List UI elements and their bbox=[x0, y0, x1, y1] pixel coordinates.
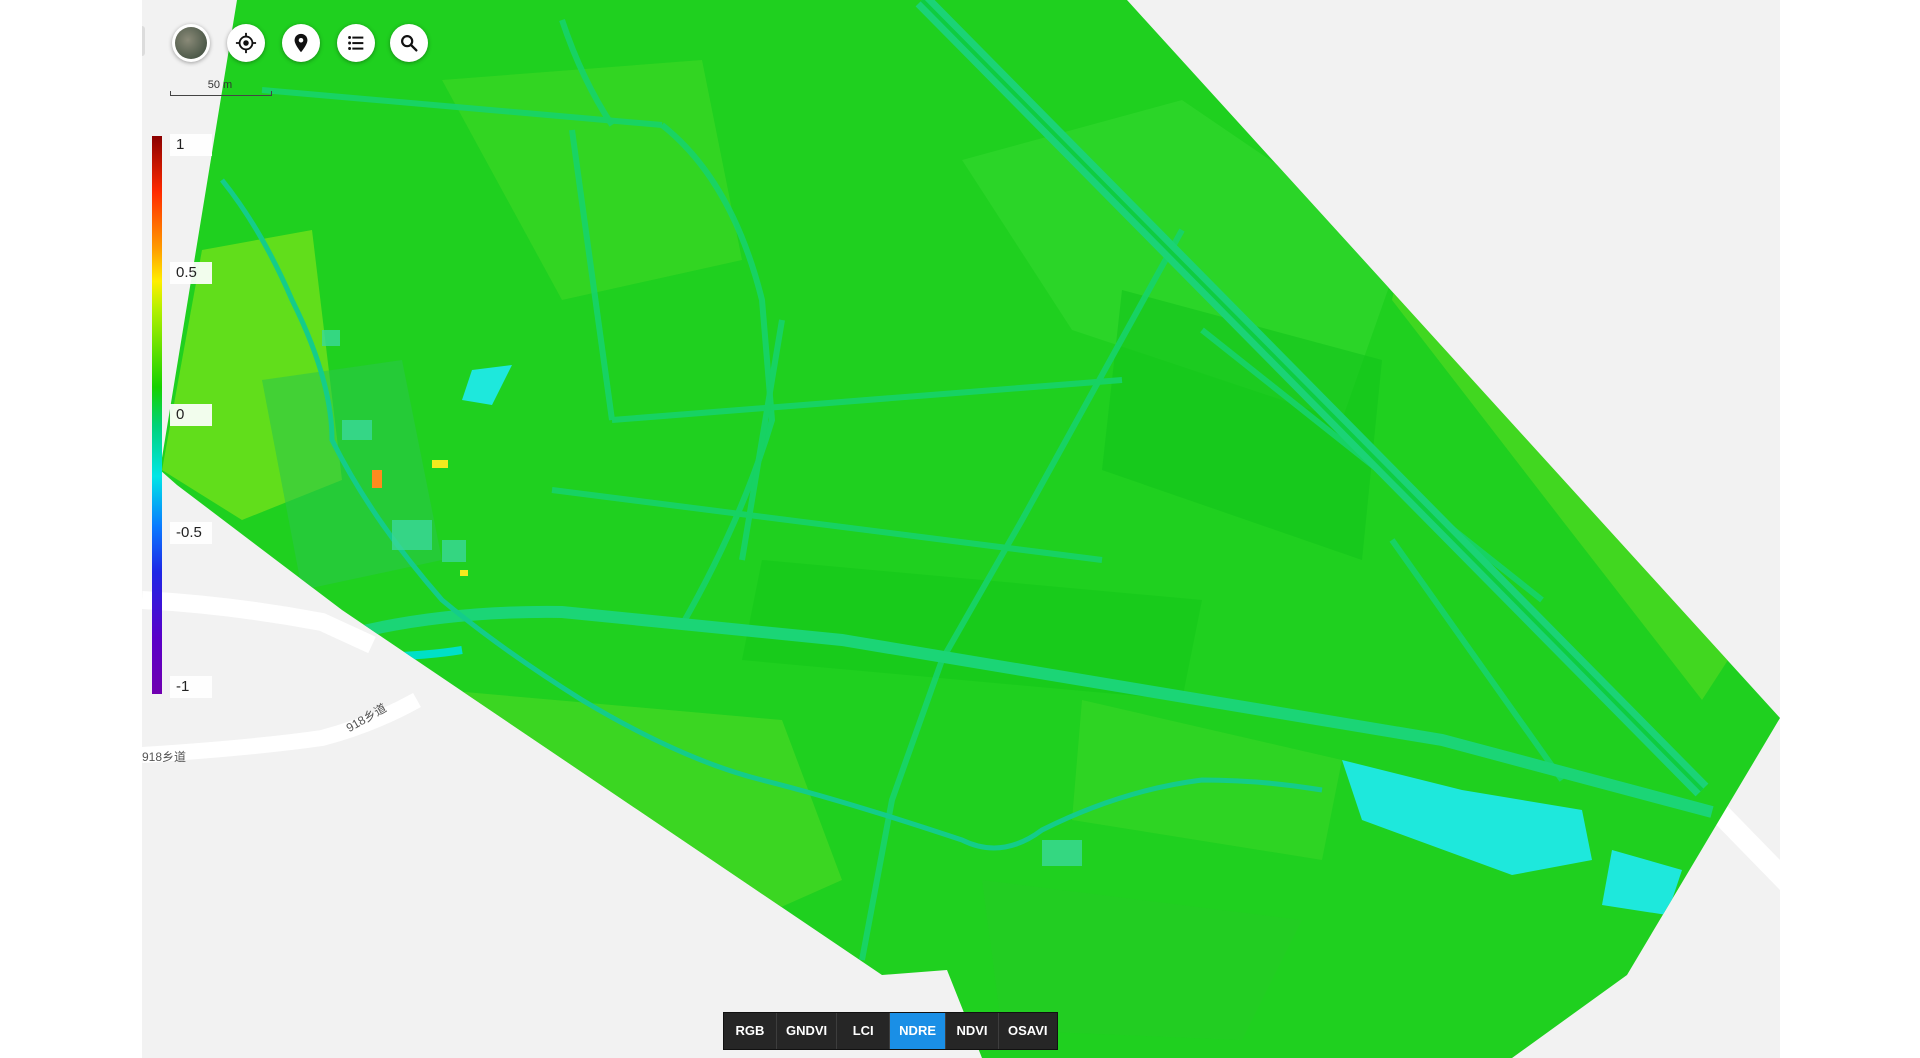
layer-button-ndre[interactable]: NDRE bbox=[890, 1013, 947, 1049]
legend-label-zero: 0 bbox=[170, 404, 212, 426]
layer-button-gndvi[interactable]: GNDVI bbox=[777, 1013, 838, 1049]
crosshair-icon bbox=[235, 32, 257, 54]
search-button[interactable] bbox=[390, 24, 428, 62]
basemap-road bbox=[142, 591, 376, 654]
layer-button-rgb[interactable]: RGB bbox=[724, 1013, 777, 1049]
ndre-raster bbox=[160, 0, 1780, 1058]
legend-label-half: 0.5 bbox=[170, 262, 212, 284]
legend-label-min: -1 bbox=[170, 676, 212, 698]
map-view[interactable]: 918乡道 918乡道 50 m 1 0.5 0 -0.5 -1 bbox=[142, 0, 1780, 1058]
marker-button[interactable] bbox=[282, 24, 320, 62]
layers-list-button[interactable] bbox=[337, 24, 375, 62]
locate-button[interactable] bbox=[227, 24, 265, 62]
basemap-toggle-button[interactable] bbox=[172, 24, 210, 62]
road-label: 918乡道 bbox=[142, 750, 187, 764]
list-icon bbox=[348, 36, 364, 50]
map-pin-icon bbox=[294, 33, 308, 53]
index-layer-switcher: RGB GNDVI LCI NDRE NDVI OSAVI bbox=[723, 1012, 1058, 1050]
search-icon bbox=[401, 35, 418, 52]
legend-label-neg-half: -0.5 bbox=[170, 522, 212, 544]
satellite-thumbnail-icon bbox=[175, 27, 207, 59]
layer-button-lci[interactable]: LCI bbox=[837, 1013, 891, 1049]
legend-label-max: 1 bbox=[170, 134, 212, 156]
layer-button-osavi[interactable]: OSAVI bbox=[999, 1013, 1057, 1049]
index-map-canvas[interactable] bbox=[142, 0, 1780, 1058]
panel-handle[interactable] bbox=[142, 26, 145, 56]
legend-color-ramp bbox=[152, 136, 162, 694]
scale-bar: 50 m bbox=[170, 78, 272, 98]
scale-label: 50 m bbox=[207, 79, 233, 91]
layer-button-ndvi[interactable]: NDVI bbox=[946, 1013, 1000, 1049]
